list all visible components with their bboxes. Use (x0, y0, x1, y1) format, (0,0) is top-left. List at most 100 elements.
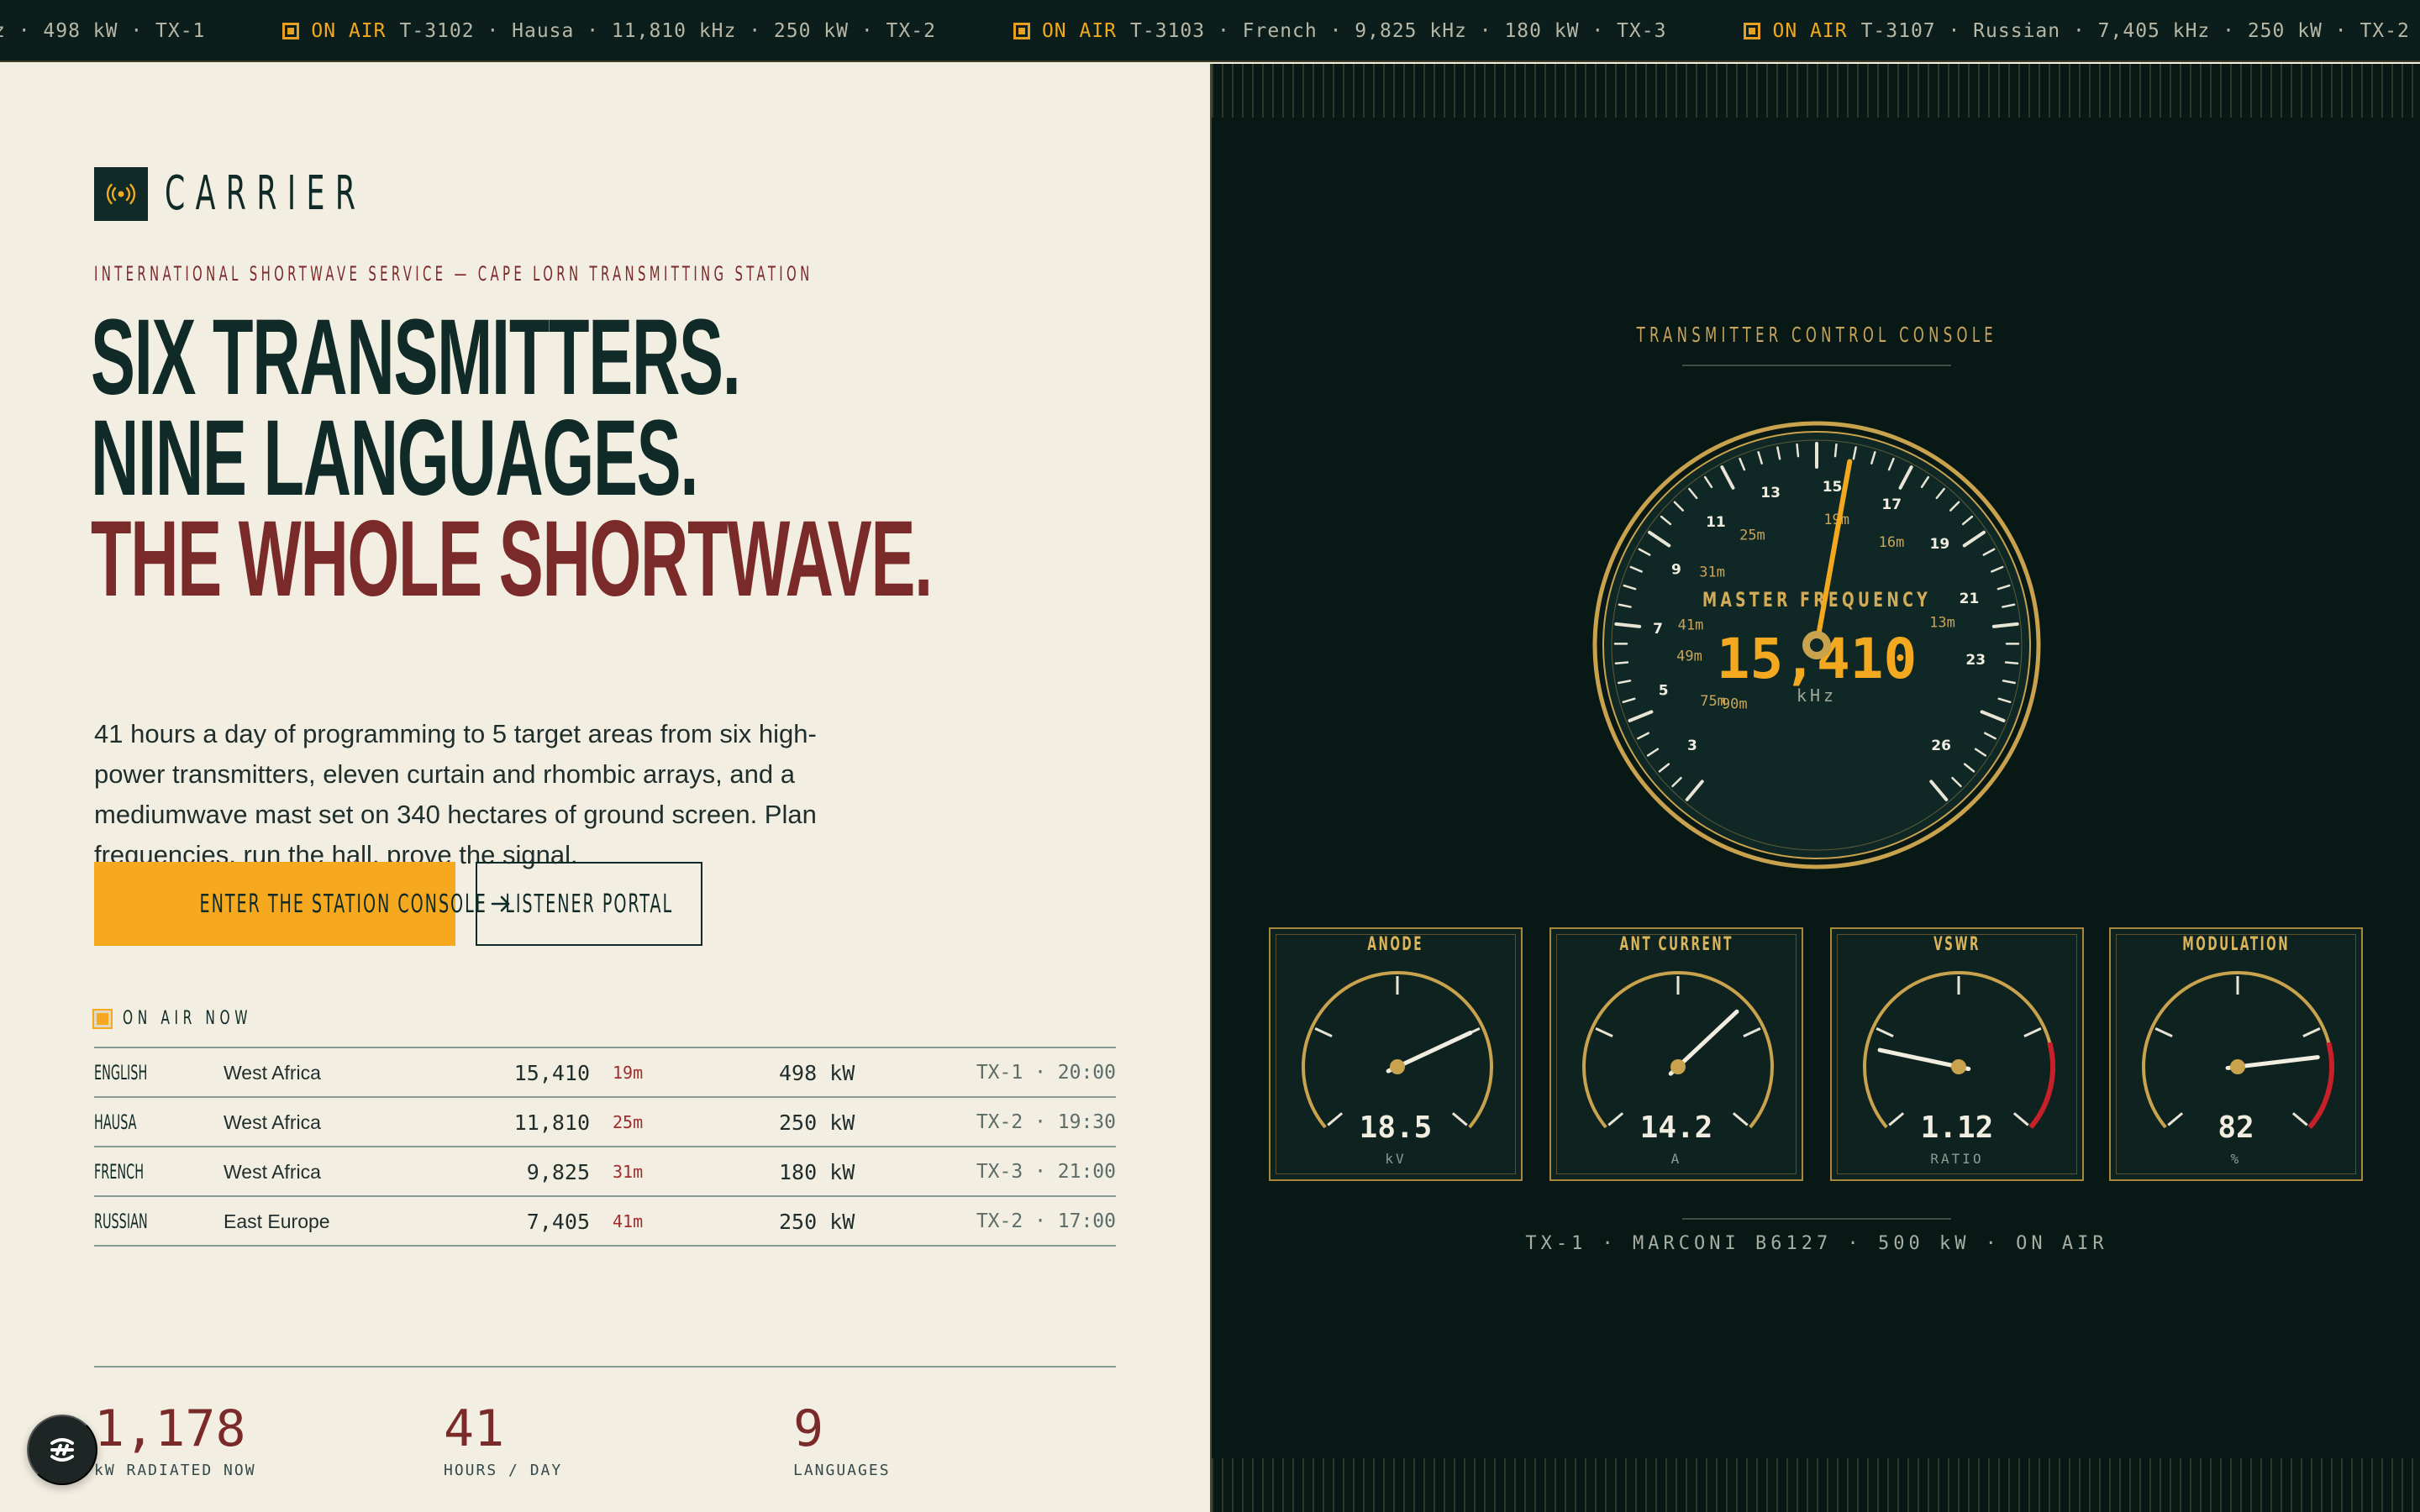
ticker-status: ON AIR (311, 20, 387, 42)
row-language: FRENCH (94, 1160, 145, 1184)
vswr-gauge[interactable]: VSWR 1.12 RATIO (1830, 927, 2084, 1181)
table-row[interactable]: RUSSIAN East Europe 7,405 41m 250 kW TX-… (94, 1197, 1116, 1247)
table-row[interactable]: ENGLISH West Africa 15,410 19m 498 kW TX… (94, 1048, 1116, 1098)
gauge-hub (1670, 1059, 1686, 1074)
table-row[interactable]: HAUSA West Africa 11,810 25m 250 kW TX-2… (94, 1098, 1116, 1147)
console-title-text: TRANSMITTER CONTROL CONSOLE (1636, 323, 1997, 347)
console-divider (1682, 365, 1951, 366)
chat-widget-icon (50, 1438, 74, 1462)
on-air-ticker: z · 498 kW · TX-1 ON AIR T-3102 · Hausa … (0, 0, 2420, 62)
decorative-stripes (1212, 1458, 2420, 1512)
on-air-indicator-icon (1013, 23, 1030, 39)
stat-label: LANGUAGES (793, 1462, 891, 1479)
stat-label: HOURS / DAY (444, 1462, 563, 1479)
ticker-status: ON AIR (1772, 20, 1848, 42)
gauge-arc (1863, 971, 2054, 1129)
gauge-hub (1390, 1059, 1405, 1074)
gauge-arc (2142, 971, 2333, 1129)
stat-label: kW RADIATED NOW (94, 1462, 256, 1479)
gauge-hub (2230, 1059, 2245, 1074)
enter-console-button-content: ENTER THE STATION CONSOLE (38, 890, 513, 919)
gauge-hub (1951, 1059, 1966, 1074)
dial-band-label: 75m (1700, 693, 1726, 710)
headline-line: NINE LANGUAGES. (91, 398, 698, 518)
gauge-unit: % (2230, 1151, 2242, 1167)
hero-lede: 41 hours a day of programming to 5 targe… (94, 719, 817, 869)
dial-tick-label: 23 (1965, 652, 1986, 669)
listener-portal-button[interactable]: LISTENER PORTAL (476, 862, 702, 946)
console-footer-divider (1682, 1218, 1951, 1220)
console-title: TRANSMITTER CONTROL CONSOLE (1212, 323, 2420, 347)
dial-tick (1833, 443, 1838, 458)
gauge-tick (2023, 1026, 2042, 1038)
dial-tick-label: 26 (1931, 738, 1951, 754)
dial-tick-label: 21 (1960, 591, 1980, 607)
dial-tick-label: 9 (1671, 562, 1681, 579)
row-language: ENGLISH (94, 1061, 148, 1084)
gauge-tick (1314, 1026, 1333, 1038)
row-region: West Africa (224, 1062, 321, 1084)
on-air-indicator-icon (94, 1010, 111, 1027)
stat-value: 1,178 (94, 1399, 246, 1458)
gauge-unit: RATIO (1930, 1151, 1984, 1167)
enter-console-button[interactable]: ENTER THE STATION CONSOLE (94, 862, 510, 946)
gauge-unit: A (1670, 1151, 1682, 1167)
stats-divider (94, 1366, 1116, 1368)
row-power: 250 kW (779, 1210, 855, 1234)
gauge-tick (2302, 1026, 2321, 1038)
on-air-indicator-icon (282, 23, 300, 39)
dial-tick-label: 3 (1687, 738, 1697, 754)
row-band: 25m (613, 1112, 644, 1132)
gauge-arc (1582, 971, 1774, 1129)
dial-band-label: 13m (1929, 614, 1955, 631)
dial-tick-label: 13 (1760, 485, 1781, 501)
master-frequency-dial[interactable]: 35791113 15171921232690m75m49m41m31m25m19… (1590, 418, 2044, 872)
dial-tick-label: 17 (1881, 496, 1902, 513)
gauge-tick (1743, 1026, 1761, 1038)
gauge-tick (1595, 1026, 1613, 1038)
stat-value: 41 (444, 1399, 505, 1458)
table-row[interactable]: FRENCH West Africa 9,825 31m 180 kW TX-3… (94, 1147, 1116, 1197)
row-language: RUSSIAN (94, 1210, 148, 1233)
ticker-status: ON AIR (1041, 20, 1118, 42)
dial-band-label: 31m (1699, 564, 1725, 581)
ticker-item: ON AIR T-3107 · Russian · 7,405 kHz · 25… (1744, 20, 2409, 42)
modulation-gauge[interactable]: MODULATION 82 % (2109, 927, 2363, 1181)
anode-gauge[interactable]: ANODE 18.5 kV (1269, 927, 1523, 1181)
dial-tick-label: 5 (1659, 683, 1669, 700)
stat-kw-radiated: 1,178 kW RADIATED NOW (94, 1399, 256, 1479)
ticker-item: ON AIR T-3102 · Hausa · 11,810 kHz · 250… (282, 20, 936, 42)
brand[interactable]: CARRIER (94, 166, 489, 221)
on-air-label: ON AIR NOW (123, 1008, 253, 1029)
gauge-unit: kV (1385, 1151, 1407, 1167)
dial-band-label: 16m (1879, 534, 1905, 551)
row-power: 180 kW (779, 1160, 855, 1184)
stat-value: 9 (793, 1399, 824, 1458)
on-air-indicator-icon (1744, 23, 1761, 39)
stat-languages: 9 LANGUAGES (793, 1399, 891, 1479)
floating-chat-button[interactable] (27, 1415, 97, 1485)
row-frequency: 9,825 (526, 1160, 590, 1184)
dial-tick-label: 11 (1706, 514, 1726, 531)
gauge-value: 1.12 (1920, 1110, 1994, 1145)
gauge-tick (2154, 1026, 2173, 1038)
on-air-table: ENGLISH West Africa 15,410 19m 498 kW TX… (94, 1047, 1116, 1247)
transmitter-console: TRANSMITTER CONTROL CONSOLE 3 5 7 9 11 13 15 17… (1210, 64, 2420, 1512)
row-slot: TX-3 · 21:00 (976, 1161, 1116, 1183)
broadcast-icon (94, 166, 148, 221)
ticker-track: z · 498 kW · TX-1 ON AIR T-3102 · Hausa … (0, 0, 2420, 60)
hero-kicker: INTERNATIONAL SHORTWAVE SERVICE — CAPE L… (94, 262, 813, 286)
ticker-item-text: T-3102 · Hausa · 11,810 kHz · 250 kW · T… (399, 20, 936, 42)
row-region: East Europe (224, 1210, 330, 1232)
row-slot: TX-1 · 20:00 (976, 1062, 1116, 1084)
row-slot: TX-2 · 17:00 (976, 1210, 1116, 1232)
dial-hub-center (1810, 638, 1823, 652)
dial-band-label: 25m (1739, 528, 1765, 544)
stat-hours-per-day: 41 HOURS / DAY (444, 1399, 562, 1479)
gauge-value: 82 (2217, 1110, 2254, 1145)
dial-label: MASTER FREQUENCY (1702, 588, 1931, 612)
row-frequency: 7,405 (526, 1210, 590, 1234)
row-region: West Africa (224, 1161, 321, 1183)
dial-tick (1796, 443, 1800, 458)
antenna-current-gauge[interactable]: ANT CURRENT 14.2 A (1549, 927, 1803, 1181)
